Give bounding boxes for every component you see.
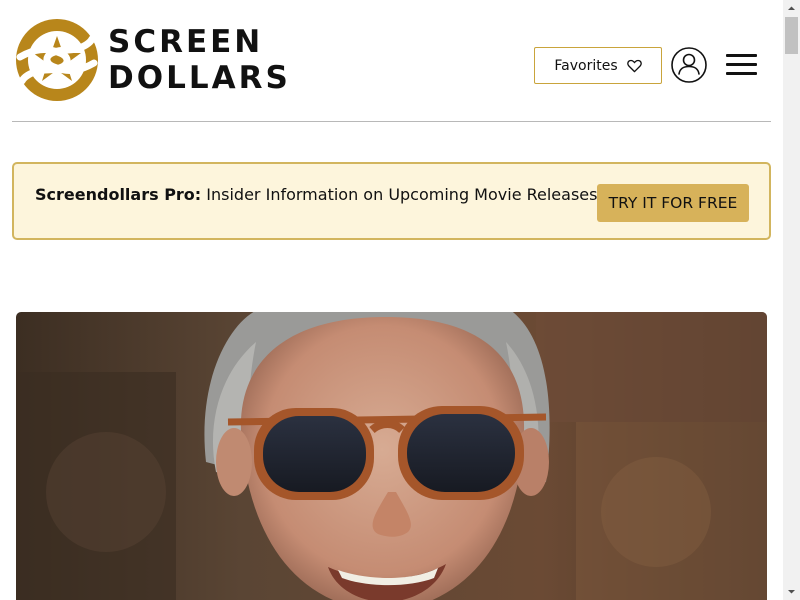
hero-image[interactable]: [16, 312, 767, 600]
scrollbar-thumb[interactable]: [785, 17, 798, 54]
menu-bar: [726, 72, 757, 75]
promo-text: Insider Information on Upcoming Movie Re…: [201, 185, 598, 204]
page: SCREEN DOLLARS Favorites Screendollars P…: [0, 0, 800, 600]
logo-line-1: SCREEN: [108, 23, 264, 60]
menu-bar: [726, 54, 757, 57]
menu-bar: [726, 63, 757, 66]
promo-lead: Screendollars Pro:: [35, 185, 202, 204]
page-content: SCREEN DOLLARS Favorites Screendollars P…: [0, 0, 783, 600]
logo-wordmark: SCREEN DOLLARS: [108, 23, 291, 96]
scroll-down-arrow-icon[interactable]: [783, 583, 800, 600]
pro-promo-banner: Screendollars Pro: Insider Information o…: [12, 162, 771, 240]
vertical-scrollbar[interactable]: [783, 0, 800, 600]
favorites-button[interactable]: Favorites: [534, 47, 662, 84]
logo-line-2: DOLLARS: [108, 59, 291, 96]
try-it-free-button[interactable]: TRY IT FOR FREE: [597, 184, 749, 222]
header-divider: [12, 121, 771, 122]
heart-icon: [626, 59, 642, 72]
user-icon[interactable]: [671, 47, 707, 83]
scroll-up-arrow-icon[interactable]: [783, 0, 800, 17]
portrait-man-sunglasses: [16, 312, 767, 600]
site-logo[interactable]: SCREEN DOLLARS: [16, 19, 291, 101]
hamburger-menu-icon[interactable]: [726, 52, 758, 78]
promo-message: Screendollars Pro: Insider Information o…: [35, 185, 597, 204]
logo-dollar-icon: [16, 19, 98, 101]
favorites-label: Favorites: [554, 57, 618, 74]
